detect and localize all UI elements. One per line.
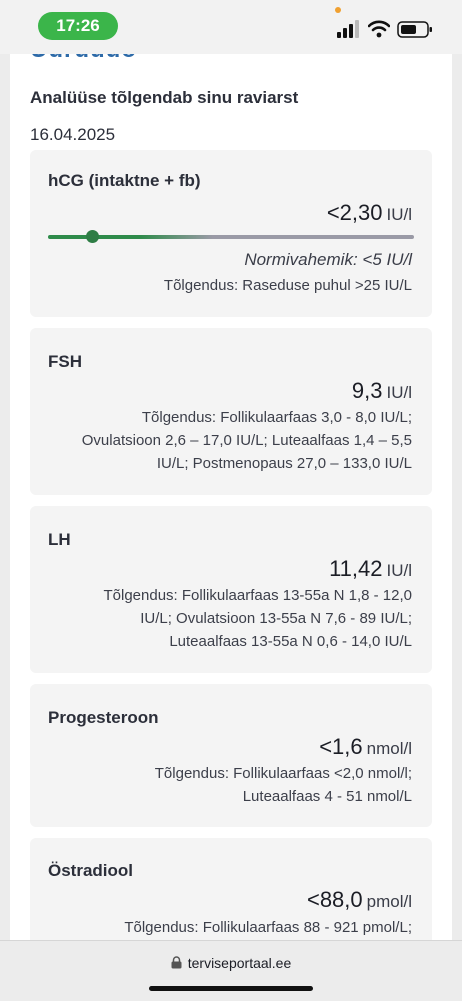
result-unit: IU/l bbox=[386, 205, 413, 224]
interpretation-line: IU/L; Postmenopaus 27,0 – 133,0 IU/L bbox=[156, 455, 412, 472]
result-unit: IU/l bbox=[386, 561, 413, 580]
result-unit: nmol/l bbox=[366, 739, 412, 758]
results-date: 16.04.2025 bbox=[30, 125, 116, 144]
interpretation-line: Luteaalfaas 13-55a N 0,6 - 14,0 IU/L bbox=[169, 633, 412, 650]
interpretation-line: Tõlgendus: Follikulaarfaas 3,0 - 8,0 IU/… bbox=[141, 409, 412, 426]
url-text[interactable]: terviseportaal.ee bbox=[188, 955, 292, 971]
range-indicator-bar bbox=[48, 235, 414, 239]
range-indicator-marker bbox=[85, 230, 99, 243]
result-value: <88,0 bbox=[306, 887, 363, 912]
lock-icon bbox=[171, 956, 182, 969]
result-name: LH bbox=[48, 530, 71, 549]
result-value: <2,30 bbox=[326, 200, 383, 225]
interpretation-line: Tõlgendus: Follikulaarfaas 88 - 921 pmol… bbox=[124, 919, 412, 936]
home-indicator[interactable] bbox=[149, 986, 313, 991]
result-card-fsh: FSH 9,3 IU/l Tõlgendus: Follikulaarfaas 3… bbox=[30, 328, 432, 495]
status-time[interactable]: 17:26 bbox=[38, 12, 118, 40]
result-name: Progesteroon bbox=[48, 708, 159, 727]
result-interpretation: Tõlgendus: Follikulaarfaas 88 - 921 pmol… bbox=[124, 916, 412, 939]
normal-range: Normivahemik: <5 IU/l bbox=[244, 250, 412, 269]
doctor-interpretation-notice: Analüüse tõlgendab sinu raviarst bbox=[30, 88, 299, 107]
status-bar: 17:26 bbox=[0, 0, 462, 54]
result-card-ostradiool: Östradiool <88,0 pmol/l Tõlgendus: Follik… bbox=[30, 838, 432, 944]
result-unit: IU/l bbox=[386, 383, 413, 402]
results-sheet: Uuruuuo Analüüse tõlgendab sinu raviarst… bbox=[10, 54, 452, 944]
result-card-hcg: hCG (intaktne + fb) <2,30 IU/l Normivahem… bbox=[30, 150, 432, 317]
result-value-row: 11,42 IU/l bbox=[329, 556, 412, 582]
result-name: Östradiool bbox=[48, 861, 134, 880]
result-value: 11,42 bbox=[329, 556, 383, 581]
result-value-row: <2,30 IU/l bbox=[327, 200, 412, 226]
result-interpretation: Tõlgendus: Raseduse puhul >25 IU/L bbox=[164, 274, 412, 297]
result-value-row: <88,0 pmol/l bbox=[307, 887, 412, 913]
wifi-icon bbox=[368, 20, 390, 38]
privacy-indicator-dot bbox=[335, 7, 341, 13]
cellular-signal-icon bbox=[337, 20, 359, 38]
result-value: 9,3 bbox=[351, 378, 383, 403]
result-unit: pmol/l bbox=[366, 892, 412, 911]
interpretation-line: Ovulatsioon 2,6 – 17,0 IU/L; Luteaalfaas… bbox=[81, 432, 412, 449]
result-name: FSH bbox=[48, 352, 82, 371]
result-card-lh: LH 11,42 IU/l Tõlgendus: Follikulaarfaas … bbox=[30, 506, 432, 673]
interpretation-line: IU/L; Ovulatsioon 13-55a N 7,6 - 89 IU/L… bbox=[140, 610, 412, 627]
interpretation-line: Tõlgendus: Follikulaarfaas <2,0 nmol/l; bbox=[154, 765, 412, 782]
address-bar[interactable]: terviseportaal.ee bbox=[0, 955, 462, 971]
interpretation-line: Tõlgendus: Raseduse puhul >25 IU/L bbox=[163, 277, 412, 294]
battery-icon bbox=[397, 21, 432, 38]
result-name: hCG (intaktne + fb) bbox=[48, 171, 201, 190]
interpretation-line: Tõlgendus: Follikulaarfaas 13-55a N 1,8 … bbox=[103, 587, 412, 604]
interpretation-line: Luteaalfaas 4 - 51 nmol/L bbox=[242, 788, 412, 805]
result-value: <1,6 bbox=[319, 734, 363, 759]
section-heading-cut: Uuruuuo bbox=[30, 54, 137, 64]
result-interpretation: Tõlgendus: Follikulaarfaas 3,0 - 8,0 IU/… bbox=[82, 406, 412, 475]
result-value-row: 9,3 IU/l bbox=[352, 378, 412, 404]
result-value-row: <1,6 nmol/l bbox=[319, 734, 412, 760]
result-card-progesteroon: Progesteroon <1,6 nmol/l Tõlgendus: Folli… bbox=[30, 684, 432, 827]
result-interpretation: Tõlgendus: Follikulaarfaas 13-55a N 1,8 … bbox=[103, 584, 412, 653]
browser-bottom-bar: terviseportaal.ee bbox=[0, 940, 462, 1001]
result-interpretation: Tõlgendus: Follikulaarfaas <2,0 nmol/l; … bbox=[155, 762, 412, 808]
